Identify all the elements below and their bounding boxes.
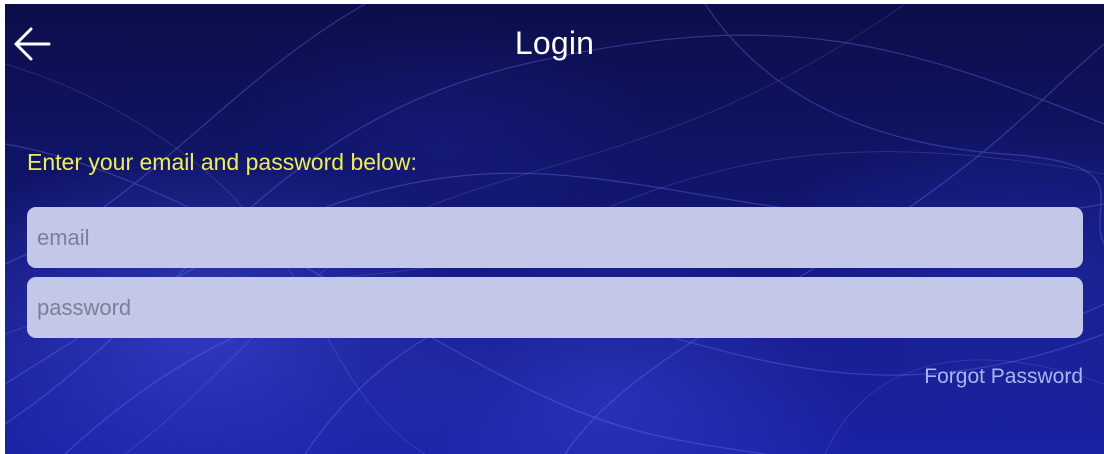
page-title: Login	[514, 25, 595, 61]
forgot-password-link[interactable]: Forgot Password	[924, 364, 1083, 390]
login-screen: Login Enter your email and password belo…	[5, 4, 1104, 454]
password-field[interactable]	[27, 277, 1083, 338]
login-instructions: Enter your email and password below:	[27, 149, 417, 175]
email-field[interactable]	[27, 207, 1083, 268]
